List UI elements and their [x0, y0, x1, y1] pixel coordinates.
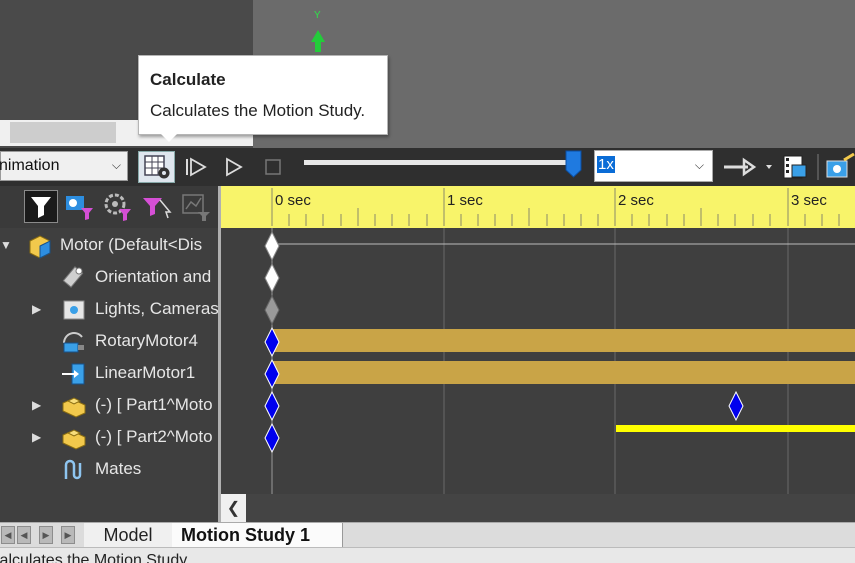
play-from-start-button[interactable]: [179, 151, 213, 183]
key-part1-start: [264, 390, 280, 422]
filter-selected-icon[interactable]: [102, 192, 134, 222]
key-orientation: [264, 262, 280, 294]
motion-manager-tree: ▼ Motor (Default<Dis Orientation and ▶ L…: [0, 186, 218, 494]
tree-item-label: Orientation and: [95, 267, 212, 286]
chevron-down-icon: ⌵: [111, 158, 121, 172]
filter-results-disabled-icon: [182, 194, 210, 221]
axis-label: Y: [314, 10, 321, 21]
key-lights: [264, 294, 280, 326]
tree-item-orientation[interactable]: Orientation and: [0, 262, 218, 294]
filter-icon: [31, 197, 51, 218]
part-icon: [62, 397, 86, 418]
lights-icon: [63, 300, 85, 320]
assembly-icon: [29, 235, 51, 259]
tree-item-rotary-motor[interactable]: RotaryMotor4: [0, 326, 218, 358]
tab-nav-next[interactable]: ▶: [39, 526, 53, 544]
playback-mode-button[interactable]: [716, 151, 776, 183]
timeline-graph[interactable]: [221, 186, 855, 494]
tree-item-linear-motor[interactable]: LinearMotor1: [0, 358, 218, 390]
save-animation-icon: [783, 155, 807, 179]
study-type-value: nimation: [0, 157, 60, 174]
scroll-thumb[interactable]: [10, 122, 116, 143]
timeline-scrollbar[interactable]: ❮: [221, 494, 855, 522]
linear-motor-bar: [272, 361, 855, 384]
status-text: Calculates the Motion Study.: [0, 552, 191, 563]
tree-footer: [0, 494, 218, 522]
rotary-motor-bar: [272, 329, 855, 352]
tooltip-title: Calculate: [150, 70, 226, 89]
tree-item-lights-cameras[interactable]: ▶ Lights, Cameras: [0, 294, 218, 326]
stop-button[interactable]: [256, 151, 290, 183]
tree-item-label: RotaryMotor4: [95, 331, 198, 350]
tab-model[interactable]: Model: [84, 523, 173, 548]
tree-item-label: Motor (Default<Dis: [60, 235, 203, 254]
ruler-ticks: [271, 188, 840, 226]
chevron-left-icon: ❮: [226, 500, 241, 517]
linear-motor-icon: [62, 363, 85, 385]
toolbar-separator: [817, 154, 819, 180]
tab-nav-first[interactable]: ◀: [1, 526, 15, 544]
tab-nav-last[interactable]: ▶: [61, 526, 75, 544]
scroll-left-button[interactable]: ❮: [221, 494, 246, 522]
status-bar: Calculates the Motion Study.: [0, 547, 855, 563]
play-button[interactable]: [216, 151, 250, 183]
playback-speed-select[interactable]: 1x ⌵: [594, 150, 713, 182]
tree-item-part1[interactable]: ▶ (-) [ Part1^Moto: [0, 390, 218, 422]
chevron-down-icon: ⌵: [694, 158, 704, 172]
tree-item-motor[interactable]: ▼ Motor (Default<Dis: [0, 230, 218, 262]
tree-item-label: Lights, Cameras: [95, 299, 218, 318]
filter-driving-icon[interactable]: [64, 192, 96, 222]
tab-nav-prev[interactable]: ◀: [17, 526, 31, 544]
tree-item-label: LinearMotor1: [95, 363, 196, 382]
tab-motion-study-1[interactable]: Motion Study 1: [172, 523, 343, 548]
stop-icon: [265, 159, 281, 175]
timeline-area[interactable]: 0 sec 1 sec 2 sec 3 sec: [221, 186, 855, 494]
filter-results-icon[interactable]: [140, 192, 176, 222]
tab-label: Motion Study 1: [181, 525, 310, 545]
filter-toolbar: [0, 186, 218, 228]
play-icon: [226, 157, 243, 177]
calculate-button[interactable]: [138, 151, 175, 183]
key-motor: [264, 230, 280, 262]
playback-slider[interactable]: [304, 160, 572, 165]
calculate-tooltip: Calculate Calculates the Motion Study.: [138, 55, 388, 135]
tree-item-mates[interactable]: Mates: [0, 454, 218, 486]
study-type-select[interactable]: nimation ⌵: [0, 151, 128, 181]
camera-view-icon: [62, 266, 84, 288]
tree-item-label: (-) [ Part1^Moto: [95, 395, 213, 414]
expand-icon[interactable]: ▶: [32, 398, 41, 412]
expand-icon[interactable]: ▶: [32, 302, 41, 316]
playback-speed-value: 1x: [597, 156, 615, 173]
calculate-icon: [143, 155, 169, 179]
animation-wizard-button[interactable]: [823, 151, 855, 183]
playback-slider-thumb[interactable]: [565, 150, 582, 178]
play-from-start-icon: [186, 157, 207, 177]
tooltip-tail: [158, 131, 180, 142]
part2-change-bar: [616, 425, 855, 432]
tree-item-part2[interactable]: ▶ (-) [ Part2^Moto: [0, 422, 218, 454]
mates-icon: [64, 459, 82, 480]
animation-wizard-icon: [826, 153, 855, 178]
collapse-icon[interactable]: ▼: [0, 238, 12, 252]
save-animation-button[interactable]: [778, 151, 812, 183]
study-tabs: ◀ ◀ ▶ ▶ Model Motion Study 1: [0, 522, 855, 548]
part-icon: [62, 429, 86, 450]
key-part2: [264, 422, 280, 454]
key-part1-end: [728, 390, 744, 422]
tooltip-description: Calculates the Motion Study.: [150, 101, 366, 120]
motion-manager-toolbar: nimation ⌵ 1x ⌵: [0, 148, 855, 186]
filter-animated-button[interactable]: [24, 190, 58, 223]
playback-mode-icon: [724, 157, 772, 177]
tree-item-label: Mates: [95, 459, 142, 478]
tree-item-label: (-) [ Part2^Moto: [95, 427, 213, 446]
expand-icon[interactable]: ▶: [32, 430, 41, 444]
rotary-motor-icon: [63, 332, 84, 353]
